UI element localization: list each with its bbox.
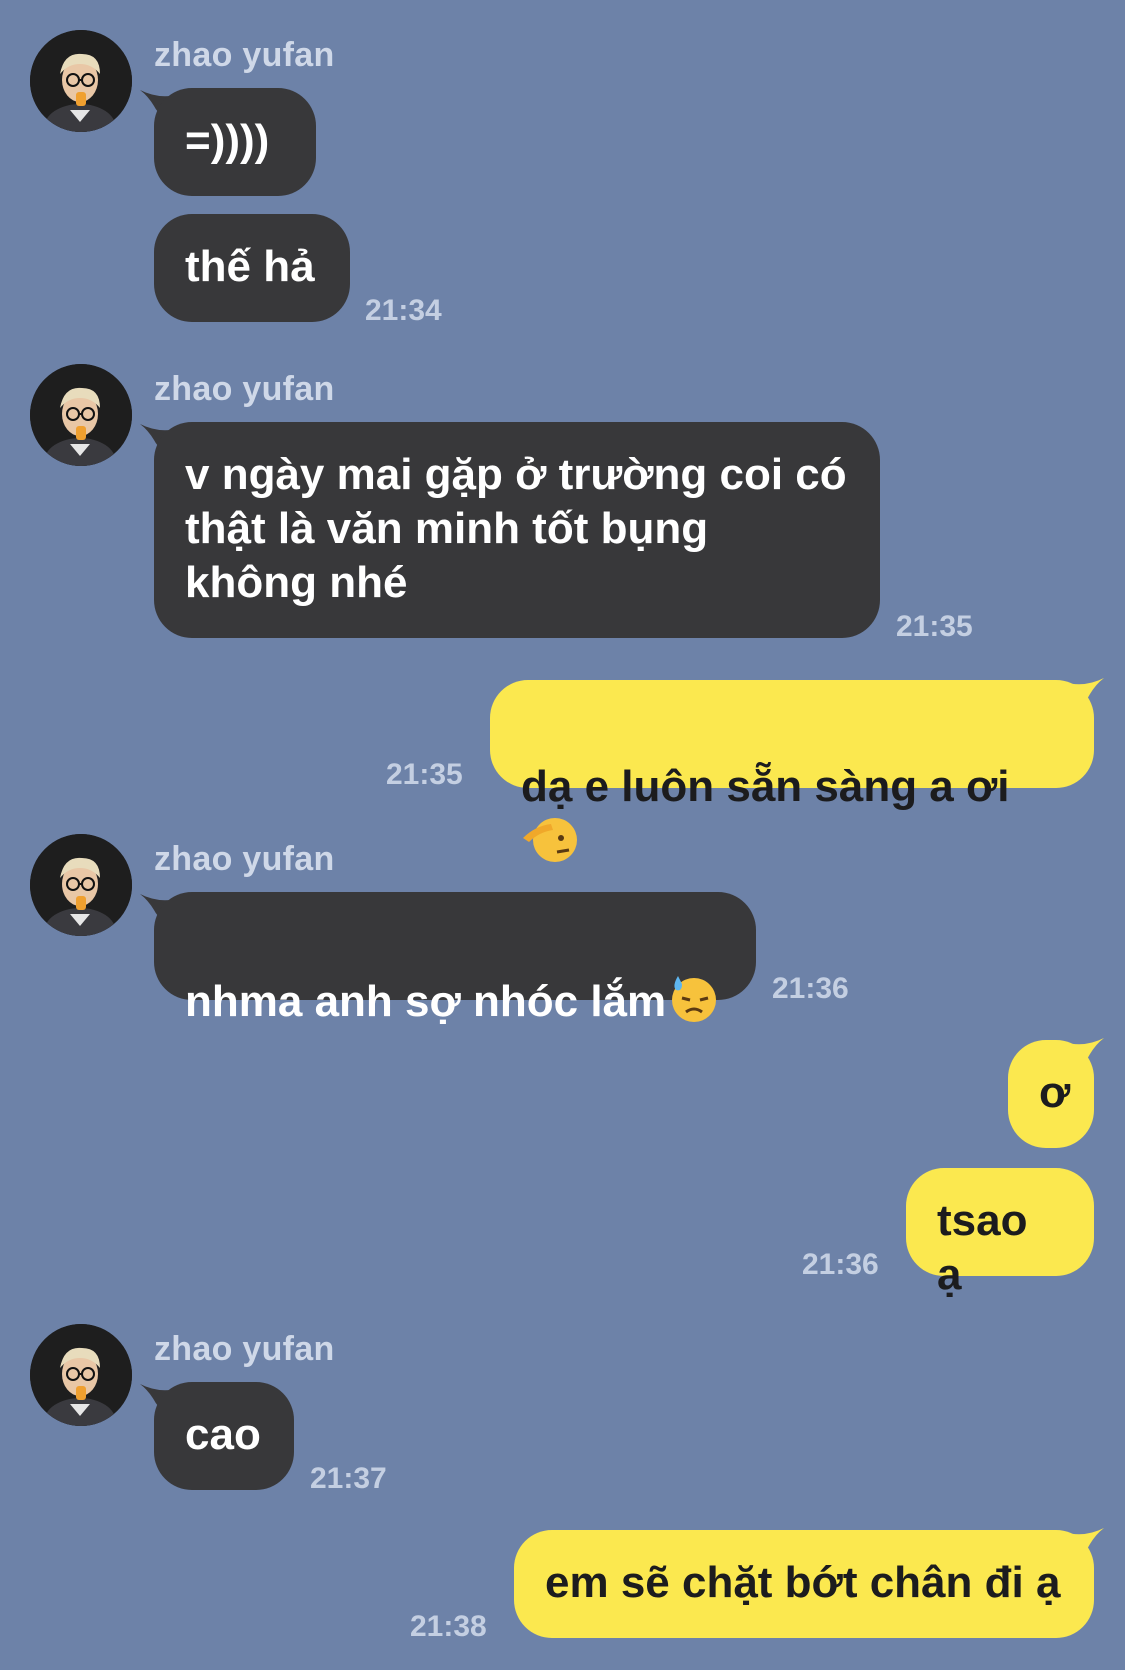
message-timestamp: 21:36 [772, 972, 849, 1005]
sender-name: zhao yufan [154, 840, 335, 878]
contact-avatar[interactable] [30, 1324, 132, 1426]
message-bubble-incoming[interactable]: v ngày mai gặp ở trường coi có thật là v… [154, 422, 880, 638]
bubble-tail [1064, 678, 1104, 714]
contact-avatar[interactable] [30, 364, 132, 466]
message-bubble-outgoing[interactable]: tsao ạ [906, 1168, 1094, 1299]
sender-name: zhao yufan [154, 36, 335, 74]
avatar-photo-icon [30, 1324, 132, 1426]
bubble-tail [1064, 1038, 1104, 1074]
chat-view[interactable]: zhao yufan =)))) thế hả 21:34 zhao yufan… [0, 0, 1125, 1670]
message-bubble-incoming[interactable]: cao [154, 1382, 294, 1490]
contact-avatar[interactable] [30, 30, 132, 132]
message-bubble-outgoing[interactable]: em sẽ chặt bớt chân đi ạ [514, 1530, 1094, 1638]
message-timestamp: 21:37 [310, 1462, 387, 1495]
avatar-photo-icon [30, 30, 132, 132]
sender-name: zhao yufan [154, 370, 335, 408]
message-timestamp: 21:34 [365, 294, 442, 327]
bubble-tail [1064, 1528, 1104, 1564]
message-bubble-incoming[interactable]: =)))) [154, 88, 316, 196]
contact-avatar[interactable] [30, 834, 132, 936]
avatar-photo-icon [30, 834, 132, 936]
message-bubble-outgoing[interactable]: dạ e luôn sẵn sàng a ơi [490, 680, 1094, 862]
message-text: dạ e luôn sẵn sàng a ơi [521, 762, 1010, 811]
message-timestamp: 21:38 [410, 1610, 487, 1643]
message-bubble-incoming[interactable]: thế hả [154, 214, 350, 322]
message-timestamp: 21:35 [896, 610, 973, 643]
avatar-photo-icon [30, 364, 132, 466]
message-bubble-incoming[interactable]: nhma anh sợ nhóc lắm [154, 892, 756, 1026]
message-timestamp: 21:36 [802, 1248, 879, 1281]
message-timestamp: 21:35 [386, 758, 463, 791]
message-text: nhma anh sợ nhóc lắm [185, 977, 667, 1026]
saluting-face-icon [523, 818, 577, 862]
downcast-face-with-sweat-icon [672, 976, 717, 1022]
sender-name: zhao yufan [154, 1330, 335, 1368]
